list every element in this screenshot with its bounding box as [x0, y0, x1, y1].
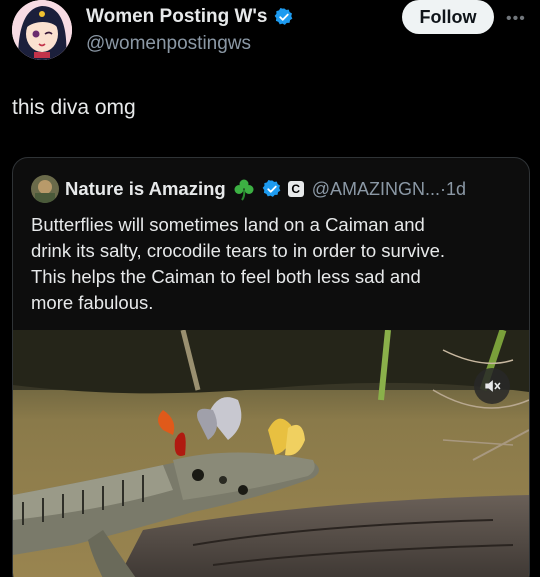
quoted-tweet-text: Butterflies will sometimes land on a Cai… [31, 212, 521, 316]
quoted-text-line: more fabulous. [31, 292, 154, 313]
post-root: Women Posting W's @womenpostingws Follow… [0, 0, 540, 577]
verified-badge-icon [262, 180, 281, 197]
author-name-row[interactable]: Women Posting W's [86, 6, 294, 28]
more-horizontal-icon[interactable]: ••• [506, 10, 526, 28]
quoted-text-line: drink its salty, crocodile tears to in o… [31, 240, 446, 261]
tweet-text: this diva omg [12, 96, 136, 119]
quoted-author-avatar[interactable] [31, 175, 59, 203]
quoted-handle-time[interactable]: @AMAZINGN...·1d [312, 179, 466, 200]
author-name[interactable]: Women Posting W's [86, 6, 268, 28]
quoted-author-name[interactable]: Nature is Amazing [65, 178, 226, 200]
quoted-tweet-card[interactable]: Nature is Amazing C @AMAZINGN...·1d Butt… [12, 157, 530, 577]
quoted-tweet-header: Nature is Amazing C @AMAZINGN...·1d [31, 175, 466, 203]
verified-badge-icon [274, 8, 292, 25]
affiliate-badge-icon: C [287, 181, 304, 197]
quoted-media-video[interactable] [13, 328, 529, 577]
author-block: Women Posting W's @womenpostingws [86, 6, 294, 55]
caiman-butterflies-image [13, 328, 529, 577]
follow-button[interactable]: Follow [402, 0, 494, 34]
mute-icon[interactable] [474, 368, 510, 404]
author-handle[interactable]: @womenpostingws [86, 33, 294, 55]
author-avatar[interactable] [12, 0, 72, 60]
quoted-text-line: This helps the Caiman to feel both less … [31, 266, 421, 287]
shamrock-icon [234, 179, 254, 201]
quoted-text-line: Butterflies will sometimes land on a Cai… [31, 214, 425, 235]
